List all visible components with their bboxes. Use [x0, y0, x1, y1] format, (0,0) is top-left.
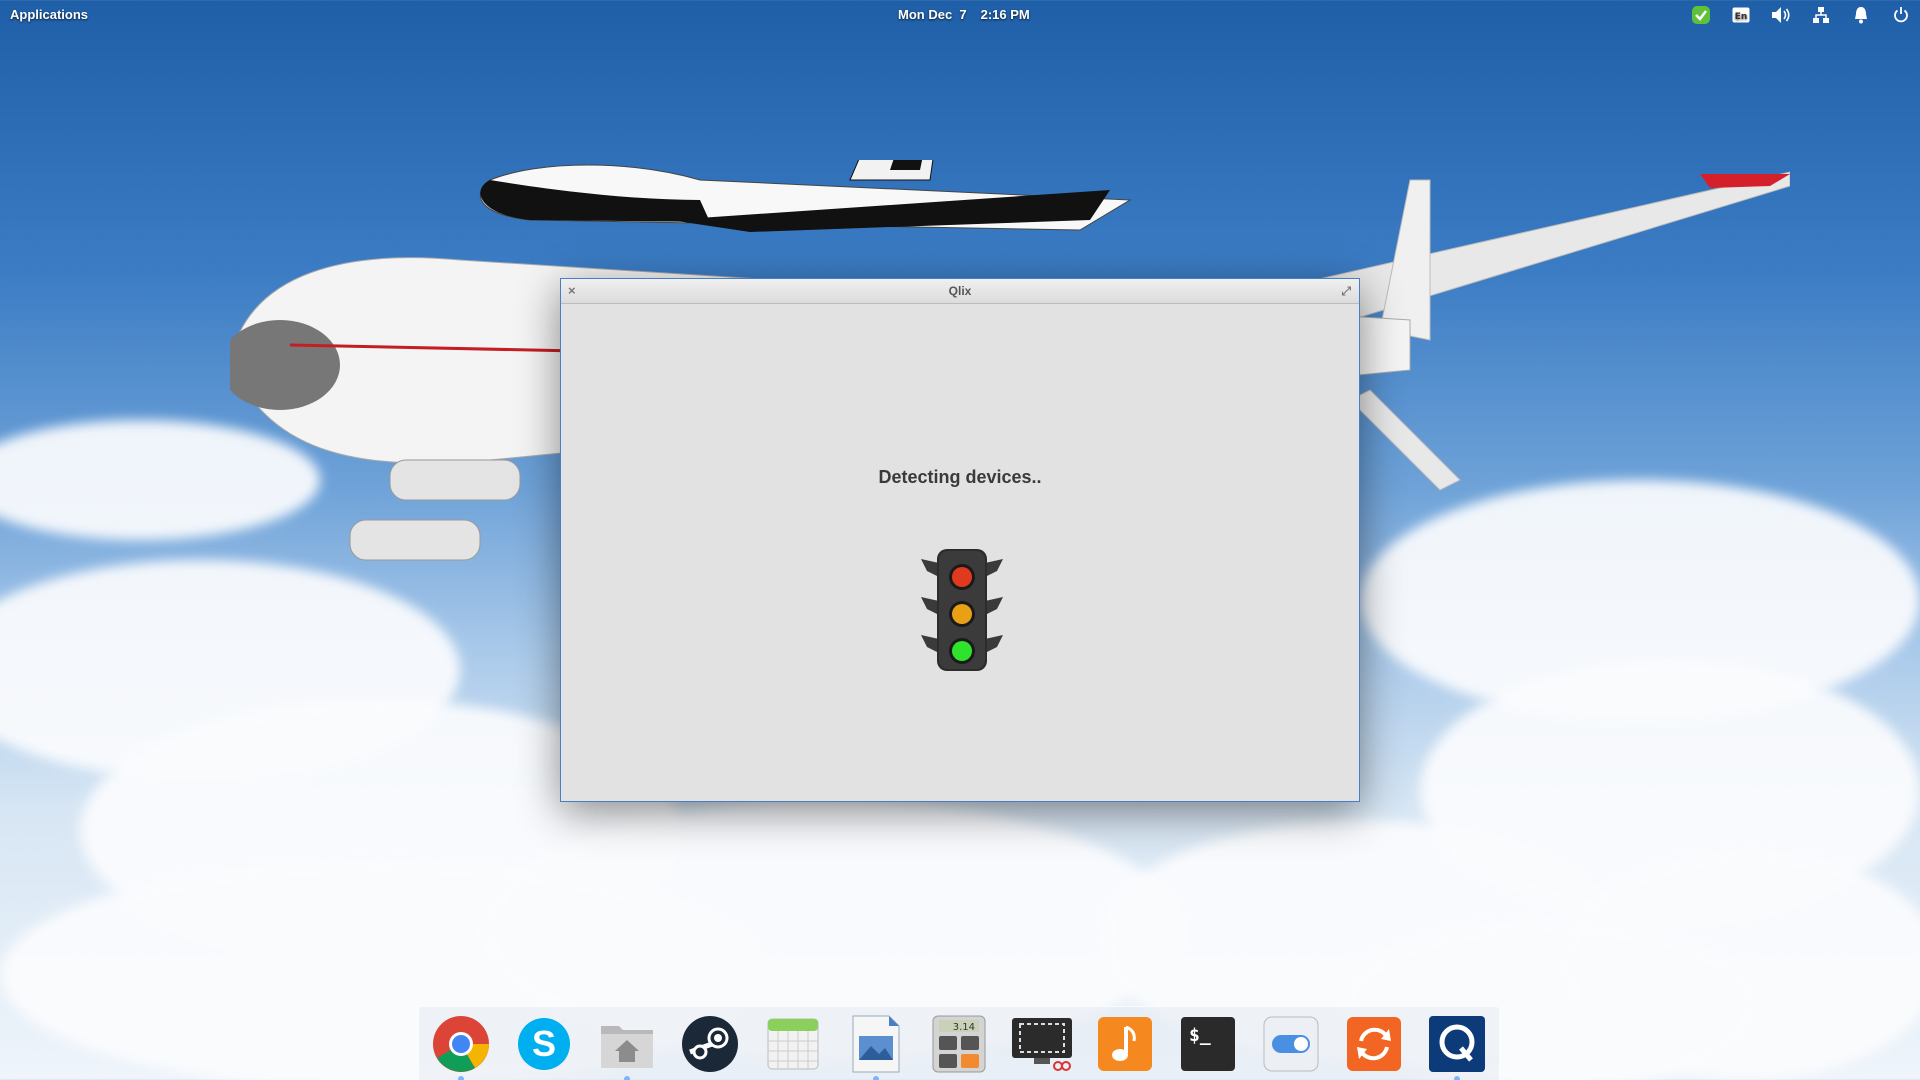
chrome-icon [433, 1015, 489, 1072]
power-icon[interactable] [1890, 4, 1912, 26]
settings-toggle-icon [1263, 1016, 1319, 1071]
dock-item-screenshot[interactable] [1010, 1012, 1074, 1076]
qlix-icon [1429, 1015, 1485, 1072]
calculator-display-text: 3.14 [953, 1022, 975, 1033]
indicator-area: En [1690, 3, 1912, 27]
dock-item-steam[interactable] [678, 1012, 742, 1076]
update-icon [1347, 1016, 1401, 1071]
close-icon[interactable]: × [568, 279, 576, 303]
status-message: Detecting devices.. [878, 467, 1042, 487]
window-titlebar[interactable]: × Qlix ⤢ [561, 279, 1359, 304]
terminal-icon: $_ [1181, 1016, 1235, 1071]
keyboard-layout-text: En [1735, 12, 1748, 22]
window-title: Qlix [948, 284, 972, 298]
top-panel: Applications Mon Dec 7 2:16 PM En [0, 0, 1920, 29]
running-indicator [458, 1075, 464, 1080]
calculator-icon: 3.14 [932, 1015, 986, 1072]
traffic-light-icon [921, 549, 1003, 671]
qlix-window: × Qlix ⤢ Detecting devices.. [560, 278, 1360, 802]
skype-icon: S [518, 1017, 570, 1070]
dock: S 3.14 $_ [418, 1006, 1500, 1080]
time-label: 2:16 PM [980, 7, 1030, 22]
terminal-prompt-text: $_ [1189, 1025, 1211, 1046]
image-viewer-icon [852, 1015, 900, 1072]
dock-item-chrome[interactable] [429, 1012, 493, 1080]
dock-item-music[interactable] [1093, 1012, 1157, 1076]
dock-item-skype[interactable]: S [512, 1012, 576, 1076]
notifications-icon[interactable] [1850, 4, 1872, 26]
calendar-icon [767, 1018, 819, 1069]
applications-menu[interactable]: Applications [10, 7, 88, 22]
maximize-icon[interactable]: ⤢ [1341, 279, 1351, 303]
dock-item-files[interactable] [595, 1012, 659, 1080]
dock-item-switchboard[interactable] [1259, 1012, 1323, 1076]
shield-check-icon[interactable] [1690, 4, 1712, 26]
dock-item-image-viewer[interactable] [844, 1012, 908, 1080]
steam-icon [682, 1015, 738, 1072]
screenshot-icon [1012, 1017, 1072, 1071]
network-icon[interactable] [1810, 4, 1832, 26]
dock-item-qlix[interactable] [1425, 1012, 1489, 1080]
dock-item-terminal[interactable]: $_ [1176, 1012, 1240, 1076]
keyboard-layout-icon[interactable]: En [1730, 4, 1752, 26]
running-indicator [1454, 1075, 1460, 1080]
dock-item-calendar[interactable] [761, 1012, 825, 1076]
volume-icon[interactable] [1770, 4, 1792, 26]
window-content: Detecting devices.. [561, 304, 1359, 801]
date-label: Mon Dec 7 [898, 7, 967, 22]
dock-item-updater[interactable] [1342, 1012, 1406, 1076]
svg-text:S: S [532, 1023, 556, 1064]
datetime-indicator[interactable]: Mon Dec 7 2:16 PM [898, 7, 1044, 22]
home-folder-icon [601, 1025, 653, 1068]
dock-item-calculator[interactable]: 3.14 [927, 1012, 991, 1076]
running-indicator [873, 1075, 879, 1080]
music-icon [1098, 1016, 1152, 1071]
running-indicator [624, 1075, 630, 1080]
